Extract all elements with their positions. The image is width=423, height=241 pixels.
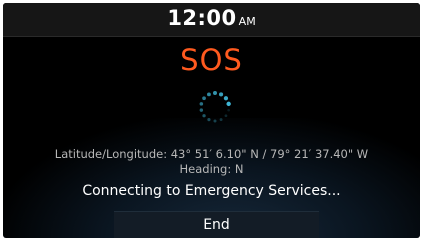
spinner-dot bbox=[224, 114, 228, 118]
clock: 12:00 AM bbox=[3, 6, 420, 30]
spinner-dot bbox=[199, 108, 204, 112]
spinner-dot bbox=[219, 118, 223, 122]
heading-text: Heading: N bbox=[179, 162, 244, 176]
sos-title: SOS bbox=[180, 43, 243, 77]
spinner-dot bbox=[223, 96, 229, 101]
spinner-dot bbox=[199, 102, 204, 106]
clock-time: 12:00 bbox=[167, 6, 237, 30]
spinner-dot bbox=[227, 108, 230, 112]
end-button[interactable]: End bbox=[114, 211, 319, 238]
location-coordinates: Latitude/Longitude: 43° 51′ 6.10" N / 79… bbox=[54, 147, 369, 161]
loading-spinner-icon bbox=[199, 91, 231, 123]
sos-screen: 12:00 AM SOS Latitude/Longitude: 43° 51′ … bbox=[3, 3, 420, 238]
connection-status: Connecting to Emergency Services... bbox=[82, 183, 341, 199]
spinner-dot bbox=[207, 118, 211, 122]
spinner-dot bbox=[226, 101, 231, 107]
spinner-dot bbox=[219, 92, 224, 97]
spinner-dot bbox=[207, 92, 211, 97]
status-bar: 12:00 AM bbox=[3, 3, 420, 37]
spinner-dot bbox=[202, 96, 206, 101]
spinner-dot bbox=[213, 119, 217, 123]
spinner-dot bbox=[202, 114, 206, 118]
clock-ampm: AM bbox=[238, 15, 256, 28]
spinner-dot bbox=[213, 91, 217, 95]
